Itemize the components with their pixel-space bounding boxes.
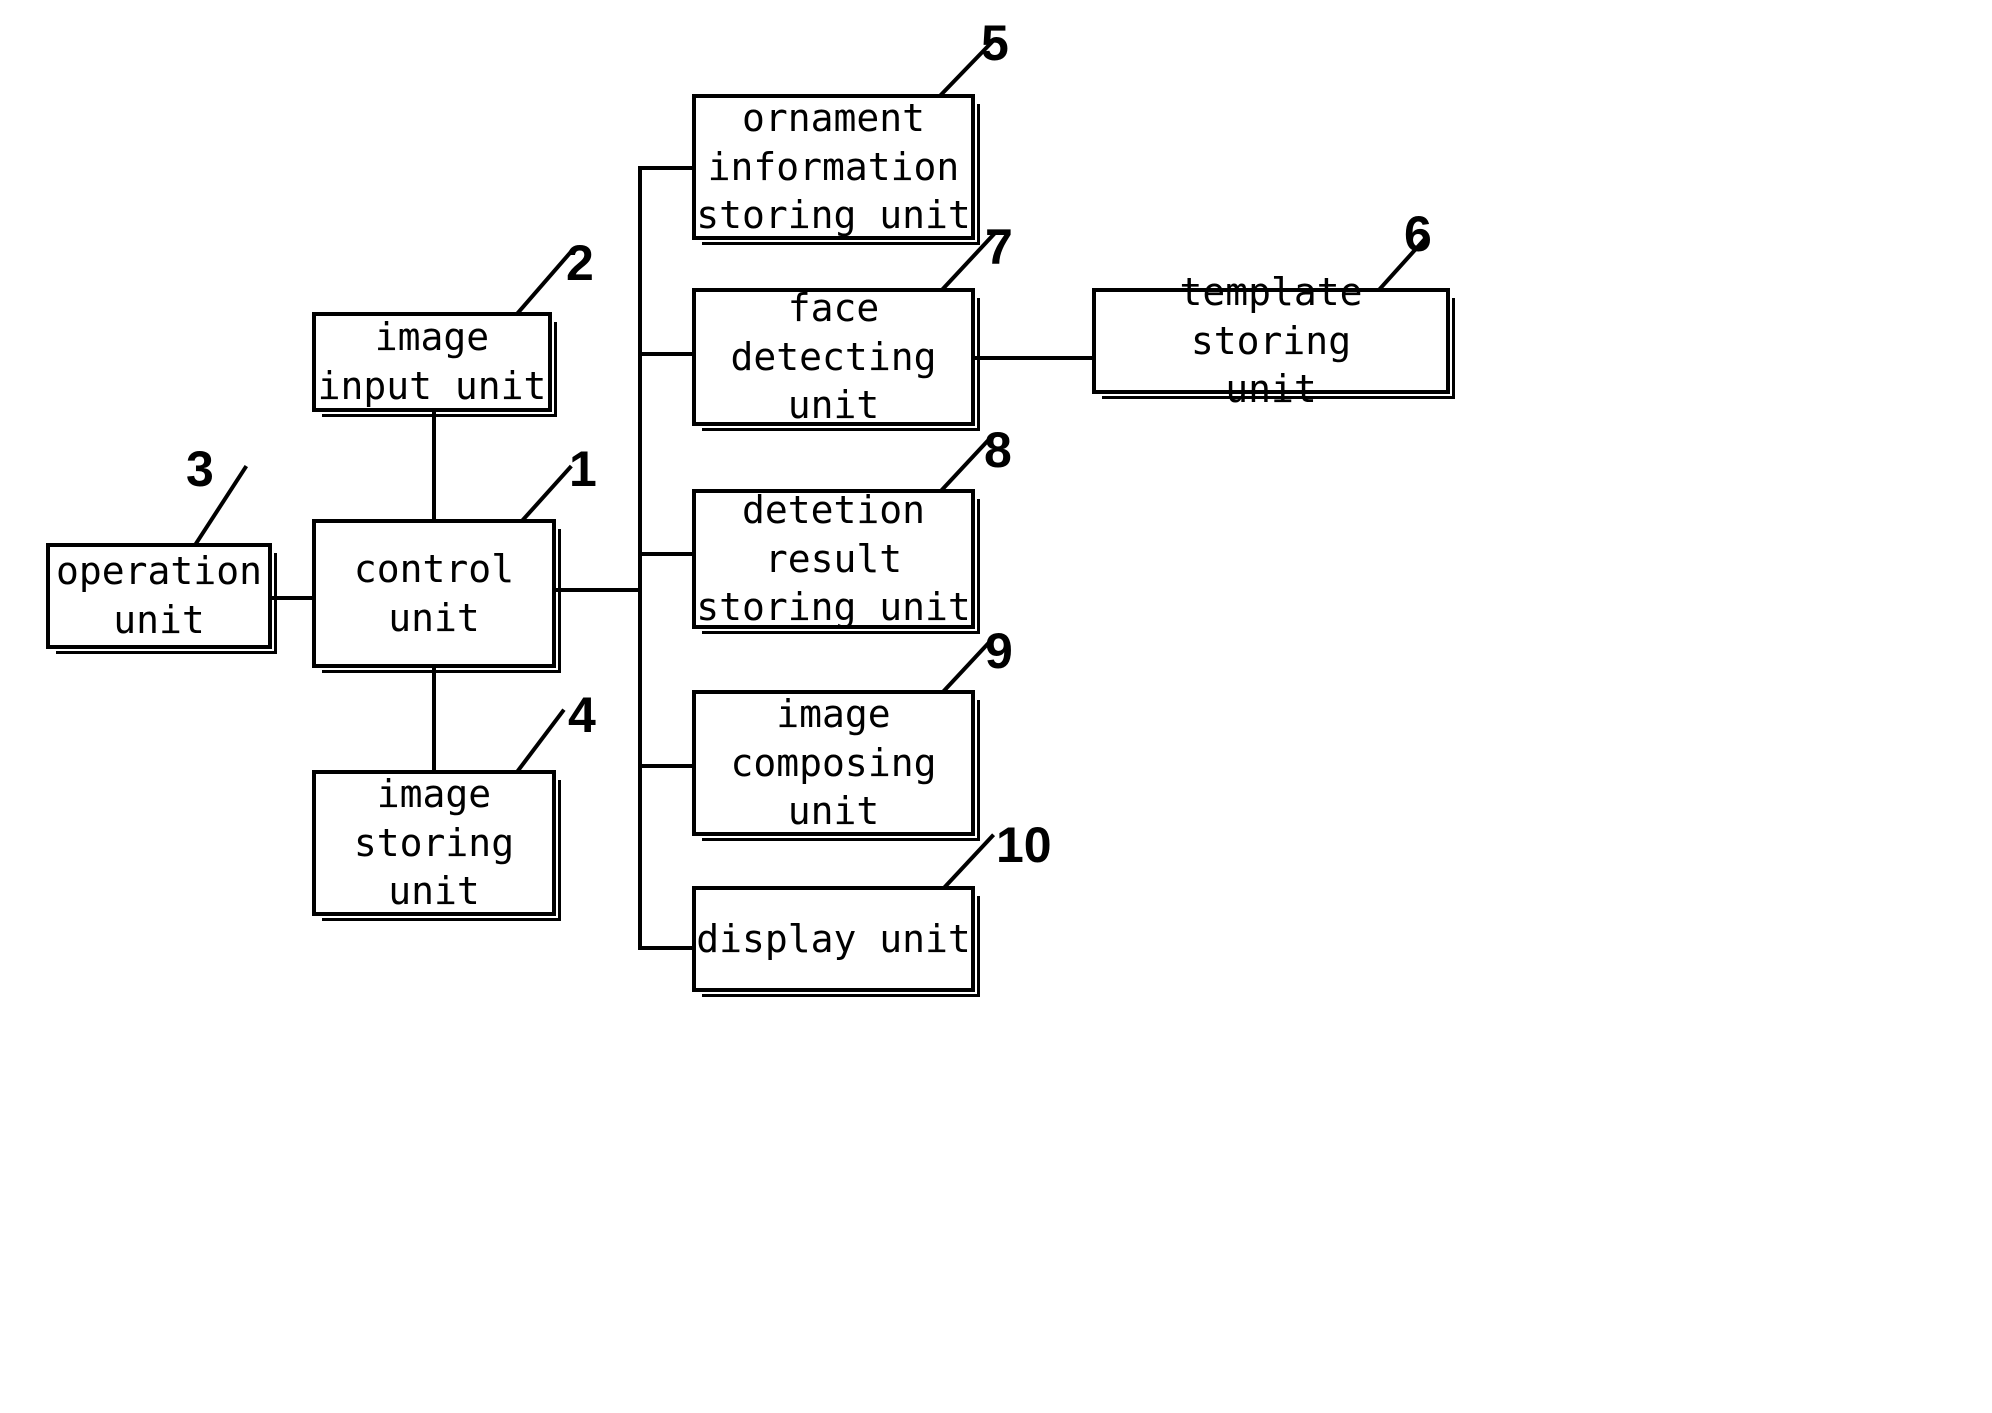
patent-figure-canvas: image input unit operation unit control … [0, 0, 1992, 1413]
block-detection-result-storing-unit[interactable]: detetion result storing unit [692, 488, 980, 634]
connector-control-to-image-storing [432, 668, 436, 774]
block-face-detecting-unit[interactable]: face detecting unit [692, 286, 980, 431]
connector-bus-to-image-composing [638, 764, 696, 768]
bus-vertical [638, 166, 642, 950]
connector-face-detecting-to-template [975, 356, 1092, 360]
connector-image-input-to-control [432, 412, 436, 522]
connector-bus-to-face-detecting [638, 352, 696, 356]
connector-control-to-bus [556, 588, 642, 592]
leader-line-1 [521, 464, 573, 522]
reference-numeral-4: 4 [568, 687, 596, 743]
reference-numeral-5: 5 [981, 15, 1009, 71]
reference-numeral-6: 6 [1404, 206, 1432, 262]
block-image-input-unit[interactable]: image input unit [312, 312, 557, 417]
reference-numeral-3: 3 [186, 441, 214, 497]
leader-line-10 [943, 833, 996, 889]
block-operation-unit[interactable]: operation unit [46, 543, 277, 654]
block-ornament-information-storing-unit[interactable]: ornament information storing unit [692, 94, 980, 245]
reference-numeral-8: 8 [984, 422, 1012, 478]
leader-line-4 [516, 708, 566, 773]
block-image-composing-unit[interactable]: image composing unit [692, 690, 980, 841]
connector-bus-to-ornament-info [638, 166, 696, 170]
reference-numeral-1: 1 [569, 441, 597, 497]
block-image-storing-unit[interactable]: image storing unit [312, 770, 561, 921]
reference-numeral-10: 10 [996, 817, 1052, 873]
block-template-storing-unit[interactable]: template storing unit [1092, 270, 1455, 411]
reference-numeral-2: 2 [566, 235, 594, 291]
connector-bus-to-detection-result [638, 552, 696, 556]
reference-numeral-7: 7 [985, 219, 1013, 275]
leader-line-2 [516, 250, 573, 315]
connector-bus-to-display [638, 946, 696, 950]
reference-numeral-9: 9 [985, 623, 1013, 679]
block-control-unit[interactable]: control unit [312, 519, 561, 673]
block-display-unit[interactable]: display unit [692, 886, 980, 997]
